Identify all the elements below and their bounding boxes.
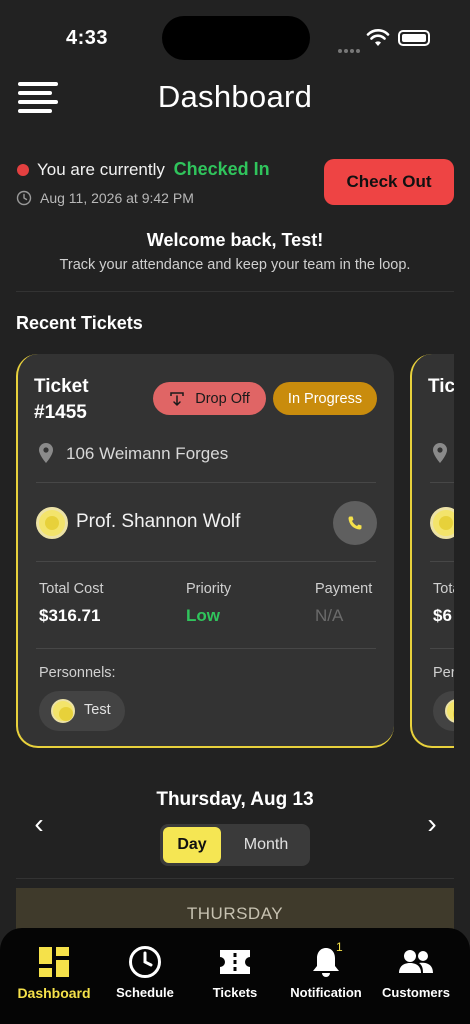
customer-avatar bbox=[36, 507, 68, 539]
clock-icon bbox=[16, 190, 32, 206]
tickets-carousel[interactable]: Ticket #1455 Drop Off In Progress 106 We… bbox=[16, 354, 454, 748]
wifi-icon bbox=[366, 29, 390, 46]
nav-notification[interactable]: 1 Notification bbox=[281, 928, 371, 1024]
checkin-status-text: You are currently Checked In bbox=[37, 159, 270, 180]
ticket-type-badge[interactable]: Drop Off bbox=[153, 382, 266, 415]
card-divider bbox=[430, 561, 454, 562]
ticket-title: Ticket #15 bbox=[428, 376, 454, 397]
welcome-subtitle: Track your attendance and keep your team… bbox=[59, 257, 411, 273]
priority-label: Priority bbox=[186, 581, 232, 597]
checkin-datetime: Aug 11, 2026 at 9:42 PM bbox=[40, 190, 194, 206]
card-divider bbox=[430, 482, 454, 483]
ticket-address: 106 Weimann Forges bbox=[66, 444, 229, 463]
personnel-avatar bbox=[445, 699, 454, 723]
nav-label: Dashboard bbox=[17, 985, 91, 1001]
clock-icon bbox=[127, 944, 163, 980]
nav-customers[interactable]: Customers bbox=[371, 928, 461, 1024]
divider bbox=[16, 878, 454, 879]
prev-date-chevron-left-icon[interactable]: ‹ bbox=[24, 810, 54, 840]
status-time: 4:33 bbox=[66, 27, 109, 49]
ticket-icon bbox=[217, 944, 253, 980]
personnel-chip[interactable] bbox=[433, 691, 454, 731]
total-cost-value: $6 bbox=[433, 606, 452, 625]
tab-day[interactable]: Day bbox=[163, 827, 221, 863]
drop-off-icon bbox=[170, 391, 184, 406]
total-cost-label: Total Cost bbox=[433, 581, 454, 597]
personnel-chip[interactable]: Test bbox=[39, 691, 125, 731]
payment-label: Payment bbox=[315, 581, 373, 597]
nav-tickets[interactable]: Tickets bbox=[190, 928, 280, 1024]
ticket-card[interactable]: Ticket #15 Total Cost $6 Personnels: bbox=[410, 354, 454, 748]
card-divider bbox=[36, 482, 376, 483]
selected-date: Thursday, Aug 13 bbox=[156, 789, 314, 810]
nav-label: Tickets bbox=[212, 985, 258, 1000]
checkin-panel: You are currently Checked In Aug 11, 202… bbox=[16, 156, 456, 216]
check-out-button[interactable]: Check Out bbox=[324, 159, 454, 205]
status-dot-icon bbox=[17, 164, 29, 176]
battery-icon bbox=[398, 30, 430, 46]
nav-label: Customers bbox=[382, 985, 450, 1000]
dashboard-icon bbox=[36, 944, 72, 980]
divider bbox=[16, 291, 454, 292]
welcome-title: Welcome back, Test! bbox=[146, 230, 324, 250]
checkin-status-value: Checked In bbox=[173, 159, 270, 179]
card-divider bbox=[36, 561, 376, 562]
personnel-name: Test bbox=[84, 702, 111, 718]
personnel-label: Personnels: bbox=[39, 665, 116, 681]
nav-label: Notification bbox=[290, 985, 362, 1000]
bottom-navigation: Dashboard Schedule Tickets 1 Notificatio… bbox=[0, 928, 470, 1024]
view-toggle: Day Month bbox=[160, 824, 310, 866]
customer-name: Prof. Shannon Wolf bbox=[76, 511, 241, 532]
ticket-card[interactable]: Ticket #1455 Drop Off In Progress 106 We… bbox=[16, 354, 394, 748]
app-header: Dashboard bbox=[0, 76, 470, 136]
personnel-avatar bbox=[51, 699, 75, 723]
personnel-label: Personnels: bbox=[433, 665, 454, 681]
notification-badge: 1 bbox=[336, 940, 343, 954]
ticket-title: Ticket #1455 bbox=[34, 376, 89, 423]
dynamic-island bbox=[162, 16, 310, 60]
next-date-chevron-right-icon[interactable]: › bbox=[417, 810, 447, 840]
nav-schedule[interactable]: Schedule bbox=[100, 928, 190, 1024]
ticket-status-badge[interactable]: In Progress bbox=[273, 382, 377, 415]
recent-tickets-title: Recent Tickets bbox=[16, 313, 143, 333]
total-cost-value: $316.71 bbox=[39, 606, 101, 625]
users-icon bbox=[398, 944, 434, 980]
phone-icon bbox=[348, 516, 362, 530]
ticket-type-label: Drop Off bbox=[195, 390, 250, 407]
customer-avatar bbox=[430, 507, 454, 539]
nav-dashboard[interactable]: Dashboard bbox=[9, 928, 99, 1024]
location-pin-icon bbox=[39, 443, 53, 463]
page-title: Dashboard bbox=[157, 79, 313, 114]
tab-month[interactable]: Month bbox=[224, 827, 308, 863]
call-button[interactable] bbox=[333, 501, 377, 545]
card-divider bbox=[36, 648, 376, 649]
location-pin-icon bbox=[433, 443, 447, 463]
checkin-prefix: You are currently bbox=[37, 160, 165, 179]
signal-icon bbox=[338, 40, 362, 53]
status-bar: 4:33 bbox=[0, 0, 470, 76]
payment-value: N/A bbox=[315, 606, 344, 625]
total-cost-label: Total Cost bbox=[39, 581, 104, 597]
nav-label: Schedule bbox=[116, 985, 174, 1000]
priority-value: Low bbox=[186, 606, 220, 625]
card-divider bbox=[430, 648, 454, 649]
